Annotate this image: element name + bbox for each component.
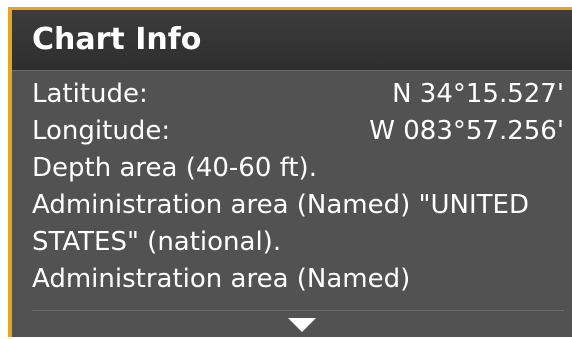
chart-info-panel: Chart Info Latitude: N 34°15.527' Longit…: [8, 7, 572, 337]
longitude-label: Longitude:: [32, 116, 171, 146]
triangle-down-icon[interactable]: [288, 318, 316, 332]
latitude-value: N 34°15.527': [392, 79, 564, 109]
divider: [32, 310, 564, 311]
info-list: Latitude: N 34°15.527' Longitude: W 083°…: [32, 76, 572, 298]
info-line: Administration area (Named): [32, 264, 411, 294]
panel-header: Chart Info: [12, 10, 572, 71]
longitude-row: Longitude: W 083°57.256': [32, 113, 572, 150]
info-line: Administration area (Named) "UNITED: [32, 190, 529, 220]
latitude-row: Latitude: N 34°15.527': [32, 76, 572, 113]
longitude-value: W 083°57.256': [369, 116, 564, 146]
latitude-label: Latitude:: [32, 79, 148, 109]
panel-title: Chart Info: [32, 22, 202, 57]
info-line: STATES" (national).: [32, 227, 282, 257]
info-line: Depth area (40-60 ft).: [32, 153, 317, 183]
